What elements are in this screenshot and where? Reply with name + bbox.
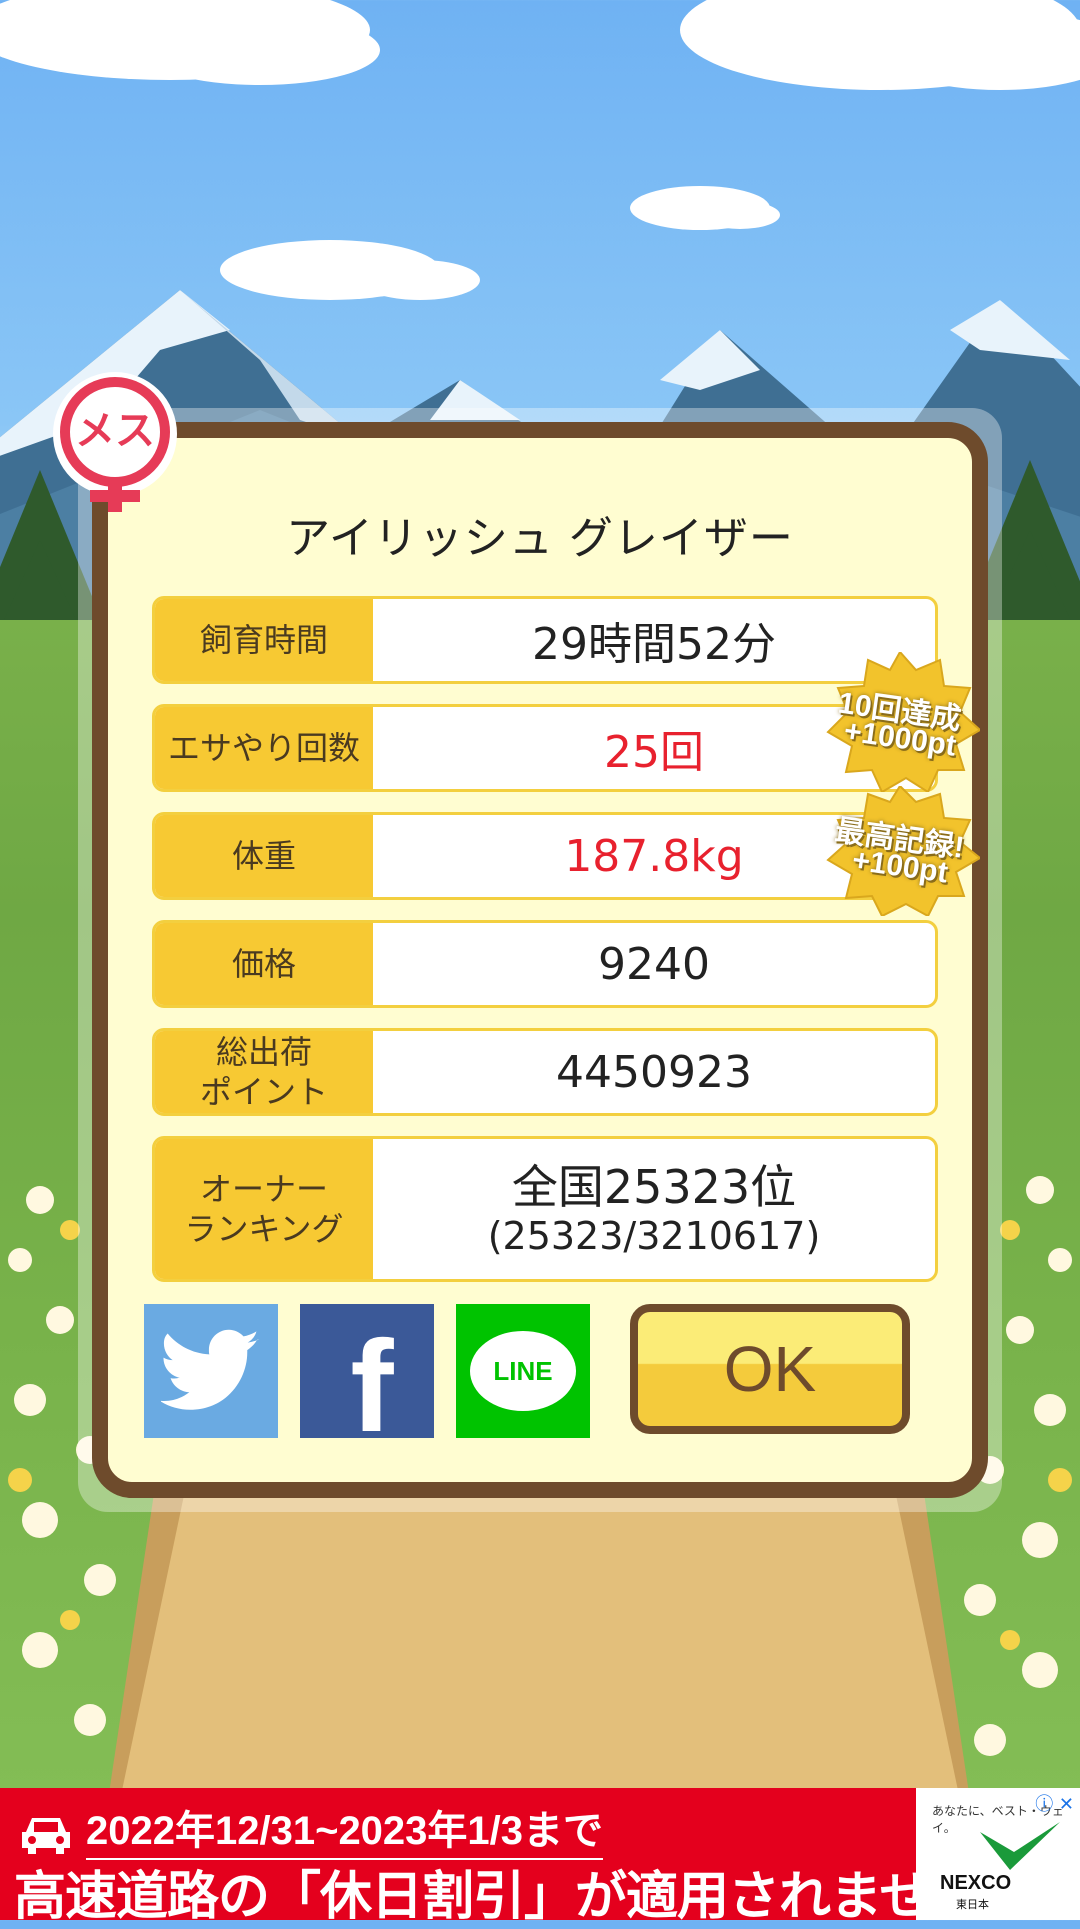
ok-button[interactable]: OK — [630, 1304, 910, 1434]
ad-headline-dates: 2022年12/31~2023年1/3まで — [86, 1798, 604, 1860]
ad-logo-panel: あなたに、ベスト・ウェイ。 NEXCO 東日本 ⓘ ✕ — [916, 1788, 1080, 1920]
ad-headline-main: 高速道路の「休日割引」が適用されません — [14, 1867, 982, 1927]
female-gender-icon: メス — [53, 372, 177, 512]
stat-value: 9240 — [598, 938, 710, 990]
stat-label: 総出荷 ポイント — [155, 1031, 373, 1113]
car-icon — [22, 1818, 70, 1854]
stat-label: 体重 — [155, 815, 373, 897]
twitter-bird-icon — [161, 1329, 260, 1410]
ranking-rank: 全国25323位 — [511, 1160, 797, 1214]
stat-label: エサやり回数 — [155, 707, 373, 789]
twitter-share-button[interactable] — [144, 1304, 278, 1438]
stat-row-owner-ranking: オーナー ランキング 全国25323位 (25323/3210617) — [152, 1136, 938, 1282]
ad-brand: NEXCO — [940, 1872, 1012, 1894]
ad-banner[interactable]: 2022年12/31~2023年1/3まで 高速道路の「休日割引」が適用されませ… — [0, 1788, 1080, 1927]
cow-breed-title: アイリッシュ グレイザー — [286, 513, 794, 564]
result-dialog: アイリッシュ グレイザー 飼育時間 29時間52分 エサやり回数 25回 体重 … — [92, 422, 988, 1498]
dirt-path — [120, 1480, 960, 1800]
line-share-button[interactable]: LINE — [456, 1304, 590, 1438]
stat-row-total-points: 総出荷 ポイント 4450923 — [152, 1028, 938, 1116]
achievement-badge-feed: 10回達成 +1000pt — [820, 652, 980, 792]
stat-label-text: 総出荷 ポイント — [199, 1033, 328, 1111]
stat-value: 4450923 — [556, 1046, 752, 1098]
stat-label: 価格 — [155, 923, 373, 1005]
ranking-value: 全国25323位 (25323/3210617) — [373, 1139, 935, 1279]
achievement-badge-weight: 最高記録! +100pt — [820, 786, 980, 916]
line-bubble-icon: LINE — [470, 1331, 576, 1411]
facebook-f-icon: f — [350, 1313, 394, 1459]
ad-brand-sub: 東日本 — [956, 1898, 989, 1911]
ranking-detail: (25323/3210617) — [487, 1214, 821, 1258]
ad-close-icon[interactable]: ⓘ ✕ — [1035, 1790, 1074, 1816]
stat-label-text: オーナー ランキング — [184, 1170, 344, 1248]
stat-label: 飼育時間 — [155, 599, 373, 681]
line-logo-text: LINE — [493, 1355, 553, 1386]
facebook-share-button[interactable]: f — [300, 1304, 434, 1453]
gender-badge-label: メス — [75, 408, 155, 454]
stat-label: オーナー ランキング — [155, 1139, 373, 1279]
stat-row-price: 価格 9240 — [152, 920, 938, 1008]
nexco-check-icon — [980, 1822, 1060, 1870]
